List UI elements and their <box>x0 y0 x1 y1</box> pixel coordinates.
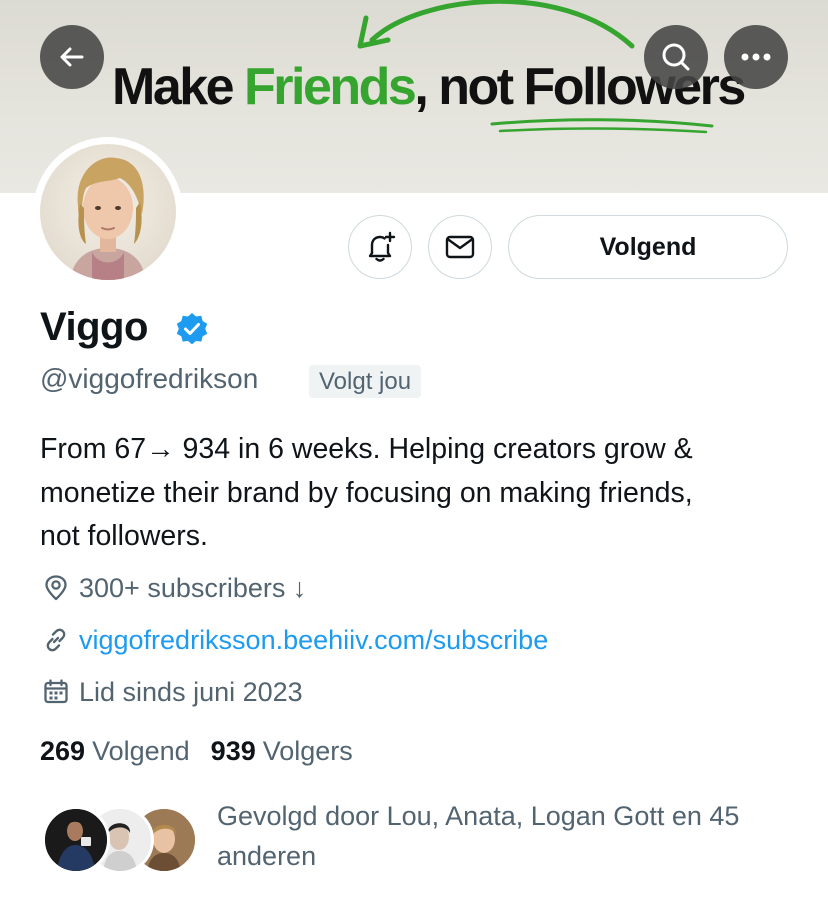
followed-by-line: Gevolgd door Lou, Anata, Logan Gott en 4… <box>217 801 740 831</box>
following-label: Volgend <box>92 735 190 766</box>
search-icon <box>662 43 690 71</box>
followed-by-text[interactable]: Gevolgd door Lou, Anata, Logan Gott en 4… <box>217 796 797 876</box>
mutual-followers-avatars[interactable] <box>42 806 202 874</box>
avatar-image <box>40 144 176 280</box>
profile-bio: From 67→ 934 in 6 weeks. Helping creator… <box>40 428 800 559</box>
follows-you-badge: Volgt jou <box>309 365 422 398</box>
profile-avatar[interactable] <box>33 137 183 287</box>
following-count: 269 <box>40 735 86 766</box>
more-button[interactable] <box>724 25 788 89</box>
profile-handle: @viggofredrikson <box>40 363 259 394</box>
notify-button[interactable] <box>348 215 412 279</box>
location-text: 300+ subscribers ↓ <box>79 572 307 603</box>
link-icon <box>40 624 72 656</box>
avatar <box>42 806 110 874</box>
message-button[interactable] <box>428 215 492 279</box>
followers-stat[interactable]: 939 Volgers <box>211 736 353 767</box>
bio-line: not followers. <box>40 520 208 552</box>
followed-by-line: anderen <box>217 841 317 871</box>
website-row[interactable]: viggofredriksson.beehiiv.com/subscribe <box>40 622 548 658</box>
verified-badge-icon[interactable] <box>174 311 210 347</box>
bell-plus-icon <box>368 231 396 262</box>
joined-text: Lid sinds juni 2023 <box>79 676 303 707</box>
calendar-icon <box>40 676 72 708</box>
bio-line: From 67→ 934 in 6 weeks. Helping creator… <box>40 433 693 465</box>
location-pin-icon <box>40 572 72 604</box>
more-horizontal-icon <box>741 53 771 61</box>
website-link[interactable]: viggofredriksson.beehiiv.com/subscribe <box>79 625 548 656</box>
search-button[interactable] <box>644 25 708 89</box>
following-stat[interactable]: 269 Volgend <box>40 736 190 767</box>
joined-row: Lid sinds juni 2023 <box>40 674 303 710</box>
follow-stats: 269 Volgend 939 Volgers <box>40 733 353 769</box>
bio-line: monetize their brand by focusing on maki… <box>40 476 693 509</box>
followers-count: 939 <box>210 735 256 766</box>
location-row: 300+ subscribers ↓ <box>40 570 306 606</box>
arrow-left-icon <box>60 47 84 67</box>
back-button[interactable] <box>40 25 104 89</box>
followers-label: Volgers <box>262 735 353 766</box>
following-button[interactable]: Volgend <box>508 215 788 279</box>
profile-name: Viggo <box>40 305 148 349</box>
envelope-icon <box>445 235 475 259</box>
